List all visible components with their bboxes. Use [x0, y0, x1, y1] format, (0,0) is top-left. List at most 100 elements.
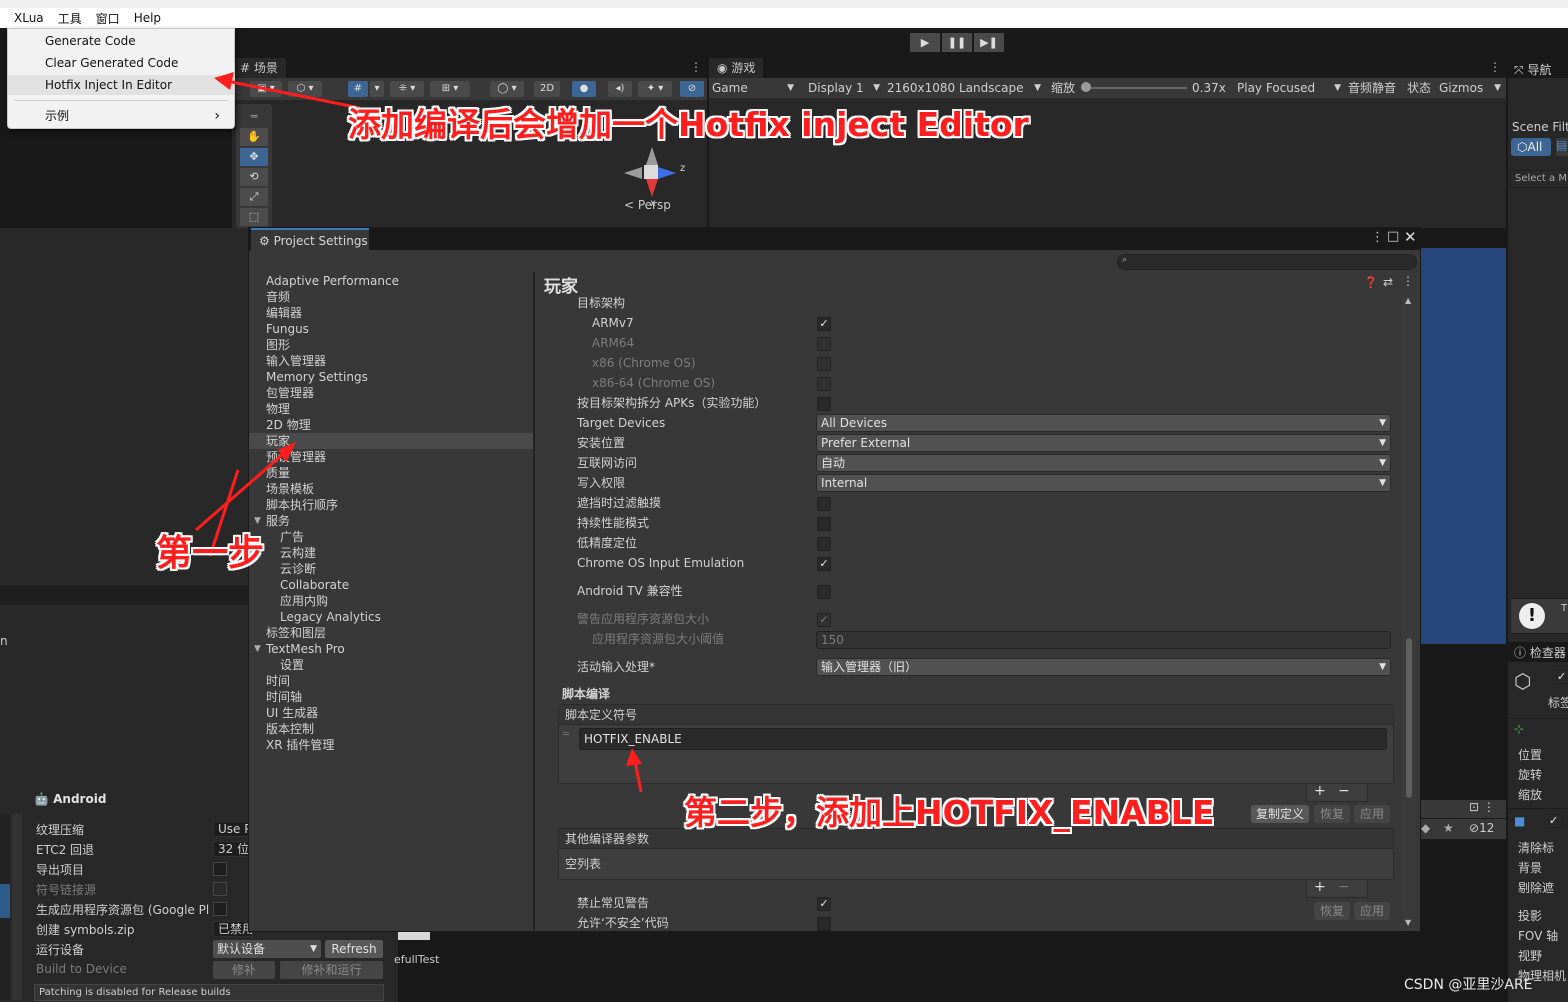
- scale-slider[interactable]: [1083, 87, 1187, 89]
- step-button[interactable]: ▶❚: [974, 33, 1004, 52]
- pause-button[interactable]: ❚❚: [942, 33, 972, 52]
- kebab-icon[interactable]: ⋮: [1402, 274, 1414, 288]
- scale-tool-icon[interactable]: ⤢: [240, 188, 268, 206]
- internet-access-dropdown[interactable]: 自动 ▼: [816, 454, 1391, 472]
- audio-icon[interactable]: ◂): [608, 81, 632, 97]
- kebab-icon[interactable]: ⋮: [1371, 230, 1384, 245]
- kebab-icon[interactable]: ⋮: [690, 60, 702, 74]
- tree-item[interactable]: 预设管理器: [266, 449, 326, 465]
- tree-item[interactable]: 时间轴: [266, 689, 302, 705]
- play-button[interactable]: ▶: [910, 33, 940, 52]
- camera-enabled-checkbox[interactable]: ✓: [1548, 814, 1562, 828]
- kebab-icon[interactable]: ⋮: [1489, 60, 1501, 74]
- tree-item[interactable]: 包管理器: [266, 385, 314, 401]
- android-tv-checkbox[interactable]: [817, 585, 831, 599]
- tree-item[interactable]: 设置: [280, 657, 304, 673]
- bundle-threshold-input[interactable]: 150: [816, 631, 1391, 649]
- tab-game[interactable]: ◉ 游戏: [709, 58, 764, 78]
- preset-icon[interactable]: ⇄: [1383, 275, 1393, 289]
- tree-item[interactable]: 物理: [266, 401, 290, 417]
- add-arg-button[interactable]: +: [1314, 879, 1326, 895]
- low-accuracy-location-checkbox[interactable]: [817, 537, 831, 551]
- scroll-down-icon[interactable]: ▼: [1405, 918, 1411, 927]
- tree-item[interactable]: TextMesh Pro: [266, 641, 345, 657]
- define-symbol-input[interactable]: HOTFIX_ENABLE: [579, 728, 1387, 750]
- revert-args-button[interactable]: 恢复: [1314, 902, 1350, 920]
- maximize-icon[interactable]: □: [1387, 229, 1399, 244]
- filter-other-icon[interactable]: ▤: [1556, 138, 1568, 156]
- apply-args-button[interactable]: 应用: [1354, 902, 1390, 920]
- tree-item[interactable]: UI 生成器: [266, 705, 318, 721]
- menu-item-generate-code[interactable]: Generate Code: [8, 31, 234, 51]
- tree-item[interactable]: 输入管理器: [266, 353, 326, 369]
- run-device-dropdown[interactable]: 默认设备 ▼: [213, 940, 321, 958]
- tree-item[interactable]: 质量: [266, 465, 290, 481]
- hidden-count[interactable]: ⊘12: [1469, 821, 1494, 835]
- patch-button[interactable]: 修补: [213, 961, 275, 979]
- chrome-input-checkbox[interactable]: ✓: [817, 557, 831, 571]
- tree-item[interactable]: Adaptive Performance: [266, 273, 399, 289]
- arch-armv7-checkbox[interactable]: ✓: [817, 317, 831, 331]
- tree-item[interactable]: Fungus: [266, 321, 309, 337]
- tree-item[interactable]: Memory Settings: [266, 369, 368, 385]
- play-focused-dropdown[interactable]: Play Focused ▼: [1237, 80, 1341, 96]
- expand-arrow-icon[interactable]: ▼: [254, 641, 261, 657]
- render-dropdown[interactable]: ◯ ▾: [490, 81, 524, 97]
- drag-handle-icon[interactable]: ═: [563, 729, 569, 740]
- tab-project-settings[interactable]: ⚙ Project Settings: [251, 228, 369, 250]
- increment-snap-dropdown[interactable]: ⁜ ▾: [390, 81, 424, 97]
- tab-scene[interactable]: # 场景: [232, 58, 286, 78]
- arch-arm64-checkbox[interactable]: [817, 337, 831, 351]
- help-icon[interactable]: ❓: [1364, 276, 1378, 289]
- tree-item[interactable]: 版本控制: [266, 721, 314, 737]
- scroll-up-icon[interactable]: ▲: [1405, 296, 1411, 305]
- menu-help[interactable]: Help: [134, 11, 161, 25]
- tree-item[interactable]: 服务: [266, 513, 290, 529]
- etc2-fallback-value[interactable]: 32 位: [213, 841, 253, 857]
- tree-item[interactable]: XR 插件管理: [266, 737, 334, 753]
- display-dropdown[interactable]: Display 1 ▼: [808, 80, 880, 96]
- copy-defines-button[interactable]: 复制定义: [1251, 805, 1309, 823]
- star-icon[interactable]: ★: [1443, 821, 1454, 835]
- orientation-gizmo[interactable]: z x: [620, 143, 685, 209]
- tree-item[interactable]: 云诊断: [280, 561, 316, 577]
- drag-handle-icon[interactable]: ═: [240, 108, 268, 126]
- rect-tool-icon[interactable]: ⬚: [240, 208, 268, 226]
- tree-item[interactable]: 场景模板: [266, 481, 314, 497]
- tree-item[interactable]: 时间: [266, 673, 290, 689]
- shading-dropdown[interactable]: ⬡ ▾: [288, 81, 322, 97]
- target-devices-dropdown[interactable]: All Devices ▼: [816, 414, 1391, 432]
- remove-symbol-button[interactable]: −: [1338, 783, 1350, 799]
- tree-item[interactable]: 应用内购: [280, 593, 328, 609]
- hidden-objects-icon[interactable]: ⊘: [680, 81, 704, 97]
- move-tool-icon[interactable]: ✥: [240, 148, 268, 166]
- draw-mode-dropdown[interactable]: ▣ ▾: [250, 81, 282, 97]
- tree-item[interactable]: 2D 物理: [266, 417, 311, 433]
- add-symbol-button[interactable]: +: [1314, 783, 1326, 799]
- symlink-sources-checkbox[interactable]: [213, 882, 227, 896]
- tab-navigation[interactable]: ⤧ 导航: [1514, 61, 1551, 78]
- remove-arg-button[interactable]: −: [1338, 879, 1350, 895]
- lock-icon[interactable]: ⊡ ⋮: [1469, 800, 1495, 814]
- allow-unsafe-checkbox[interactable]: [817, 917, 831, 931]
- install-location-dropdown[interactable]: Prefer External ▼: [816, 434, 1391, 452]
- sustained-performance-checkbox[interactable]: [817, 517, 831, 531]
- tree-item[interactable]: 图形: [266, 337, 290, 353]
- rotate-tool-icon[interactable]: ⟲: [240, 168, 268, 186]
- lighting-icon[interactable]: ●: [572, 81, 596, 97]
- hand-tool-icon[interactable]: ✋: [240, 128, 268, 146]
- suppress-warnings-checkbox[interactable]: ✓: [817, 897, 831, 911]
- menu-item-clear-generated-code[interactable]: Clear Generated Code: [8, 53, 234, 73]
- tree-item[interactable]: 音频: [266, 289, 290, 305]
- split-apks-checkbox[interactable]: [817, 397, 831, 411]
- effects-dropdown[interactable]: ✦ ▾: [638, 81, 672, 97]
- active-input-dropdown[interactable]: 输入管理器（旧） ▼: [816, 658, 1391, 676]
- close-icon[interactable]: ✕: [1404, 228, 1417, 246]
- gizmos-dropdown[interactable]: Gizmos ▼: [1439, 80, 1501, 96]
- app-bundle-checkbox[interactable]: [213, 902, 227, 916]
- tree-item[interactable]: 编辑器: [266, 305, 302, 321]
- menu-xlua[interactable]: XLua: [14, 11, 44, 25]
- tag-icon[interactable]: ◆: [1421, 821, 1430, 835]
- mute-audio-toggle[interactable]: 音频静音: [1348, 80, 1396, 96]
- tree-item[interactable]: 广告: [280, 529, 304, 545]
